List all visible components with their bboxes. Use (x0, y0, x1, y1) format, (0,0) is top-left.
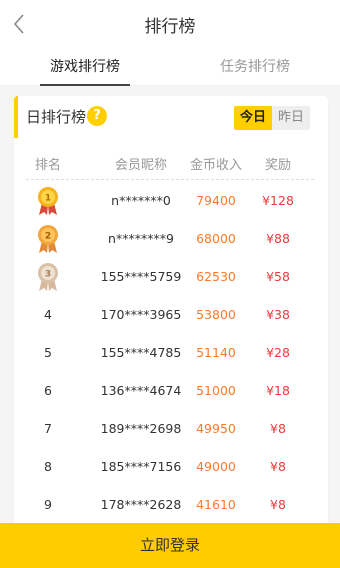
bronze-medal-icon: 3 (38, 263, 58, 291)
rank-number: 9 (44, 497, 52, 512)
member-nickname: 185****7156 (100, 459, 182, 474)
member-nickname: n*******0 (111, 193, 171, 208)
tab-bar: 游戏排行榜 任务排行榜 (0, 48, 340, 86)
coin-income: 41610 (196, 497, 236, 512)
column-header-rank: 排名 (34, 158, 61, 173)
tab-task-ranking[interactable]: 任务排行榜 (210, 48, 300, 86)
svg-text:3: 3 (45, 270, 51, 280)
reward: ¥128 (262, 193, 294, 208)
rank-number: 5 (44, 345, 52, 360)
table-header: 排名 会员昵称 金币收入 奖励 (26, 146, 314, 180)
member-nickname: 178****2628 (100, 497, 182, 512)
member-nickname: 170****3965 (100, 307, 182, 322)
tab-game-ranking[interactable]: 游戏排行榜 (40, 48, 130, 86)
question-icon[interactable]: ? (87, 106, 107, 126)
ranking-title: 日排行榜 (26, 108, 87, 126)
reward: ¥28 (266, 345, 290, 360)
svg-text:1: 1 (45, 194, 51, 204)
table-row: 6 136****4674 51000 ¥18 (26, 372, 314, 410)
reward: ¥88 (266, 231, 290, 246)
column-header-coins: 金币收入 (189, 158, 242, 173)
top-nav: 排行榜 (0, 0, 340, 48)
member-nickname: 136****4674 (100, 383, 182, 398)
coin-income: 53800 (196, 307, 236, 322)
ranking-card: 日排行榜 ? 今日 昨日 排名 会员昵称 金币收入 奖励 1 n*******0… (14, 96, 328, 536)
rank-number: 8 (44, 459, 52, 474)
coin-income: 68000 (196, 231, 236, 246)
table-row: 1 n*******0 79400 ¥128 (26, 182, 314, 220)
table-row: 2 n********9 68000 ¥88 (26, 220, 314, 258)
member-nickname: 155****5759 (100, 269, 182, 284)
reward: ¥18 (266, 383, 290, 398)
period-today-button[interactable]: 今日 (234, 106, 272, 130)
coin-income: 51000 (196, 383, 236, 398)
page-title: 排行榜 (144, 16, 196, 37)
coin-income: 49000 (196, 459, 236, 474)
member-nickname: 189****2698 (100, 421, 182, 436)
table-row: 3 155****5759 62530 ¥58 (26, 258, 314, 296)
table-row: 4 170****3965 53800 ¥38 (26, 296, 314, 334)
gold-medal-icon: 1 (38, 187, 58, 215)
svg-text:2: 2 (45, 232, 51, 242)
coin-income: 49950 (196, 421, 236, 436)
reward: ¥8 (270, 459, 286, 474)
table-row: 9 178****2628 41610 ¥8 (26, 486, 314, 524)
member-nickname: 155****4785 (100, 345, 182, 360)
rank-number: 6 (44, 383, 52, 398)
table-row: 7 189****2698 49950 ¥8 (26, 410, 314, 448)
period-yesterday-button[interactable]: 昨日 (272, 106, 310, 130)
reward: ¥38 (266, 307, 290, 322)
coin-income: 51140 (196, 345, 236, 360)
coin-income: 79400 (196, 193, 236, 208)
column-header-prize: 奖励 (264, 158, 291, 173)
login-button[interactable]: 立即登录 (0, 523, 340, 568)
ranking-list: 1 n*******0 79400 ¥128 2 n********9 6800… (26, 182, 314, 524)
table-row: 8 185****7156 49000 ¥8 (26, 448, 314, 486)
rank-number: 4 (44, 307, 52, 322)
chevron-left-icon[interactable] (8, 10, 32, 38)
reward: ¥58 (266, 269, 290, 284)
reward: ¥8 (270, 421, 286, 436)
table-row: 5 155****4785 51140 ¥28 (26, 334, 314, 372)
silver-medal-icon: 2 (38, 225, 58, 253)
ranking-card-header: 日排行榜 ? 今日 昨日 (14, 96, 328, 138)
member-nickname: n********9 (108, 231, 174, 246)
column-header-nickname: 会员昵称 (114, 158, 167, 173)
period-switch: 今日 昨日 (234, 106, 310, 130)
rank-number: 7 (44, 421, 52, 436)
reward: ¥8 (270, 497, 286, 512)
coin-income: 62530 (196, 269, 236, 284)
